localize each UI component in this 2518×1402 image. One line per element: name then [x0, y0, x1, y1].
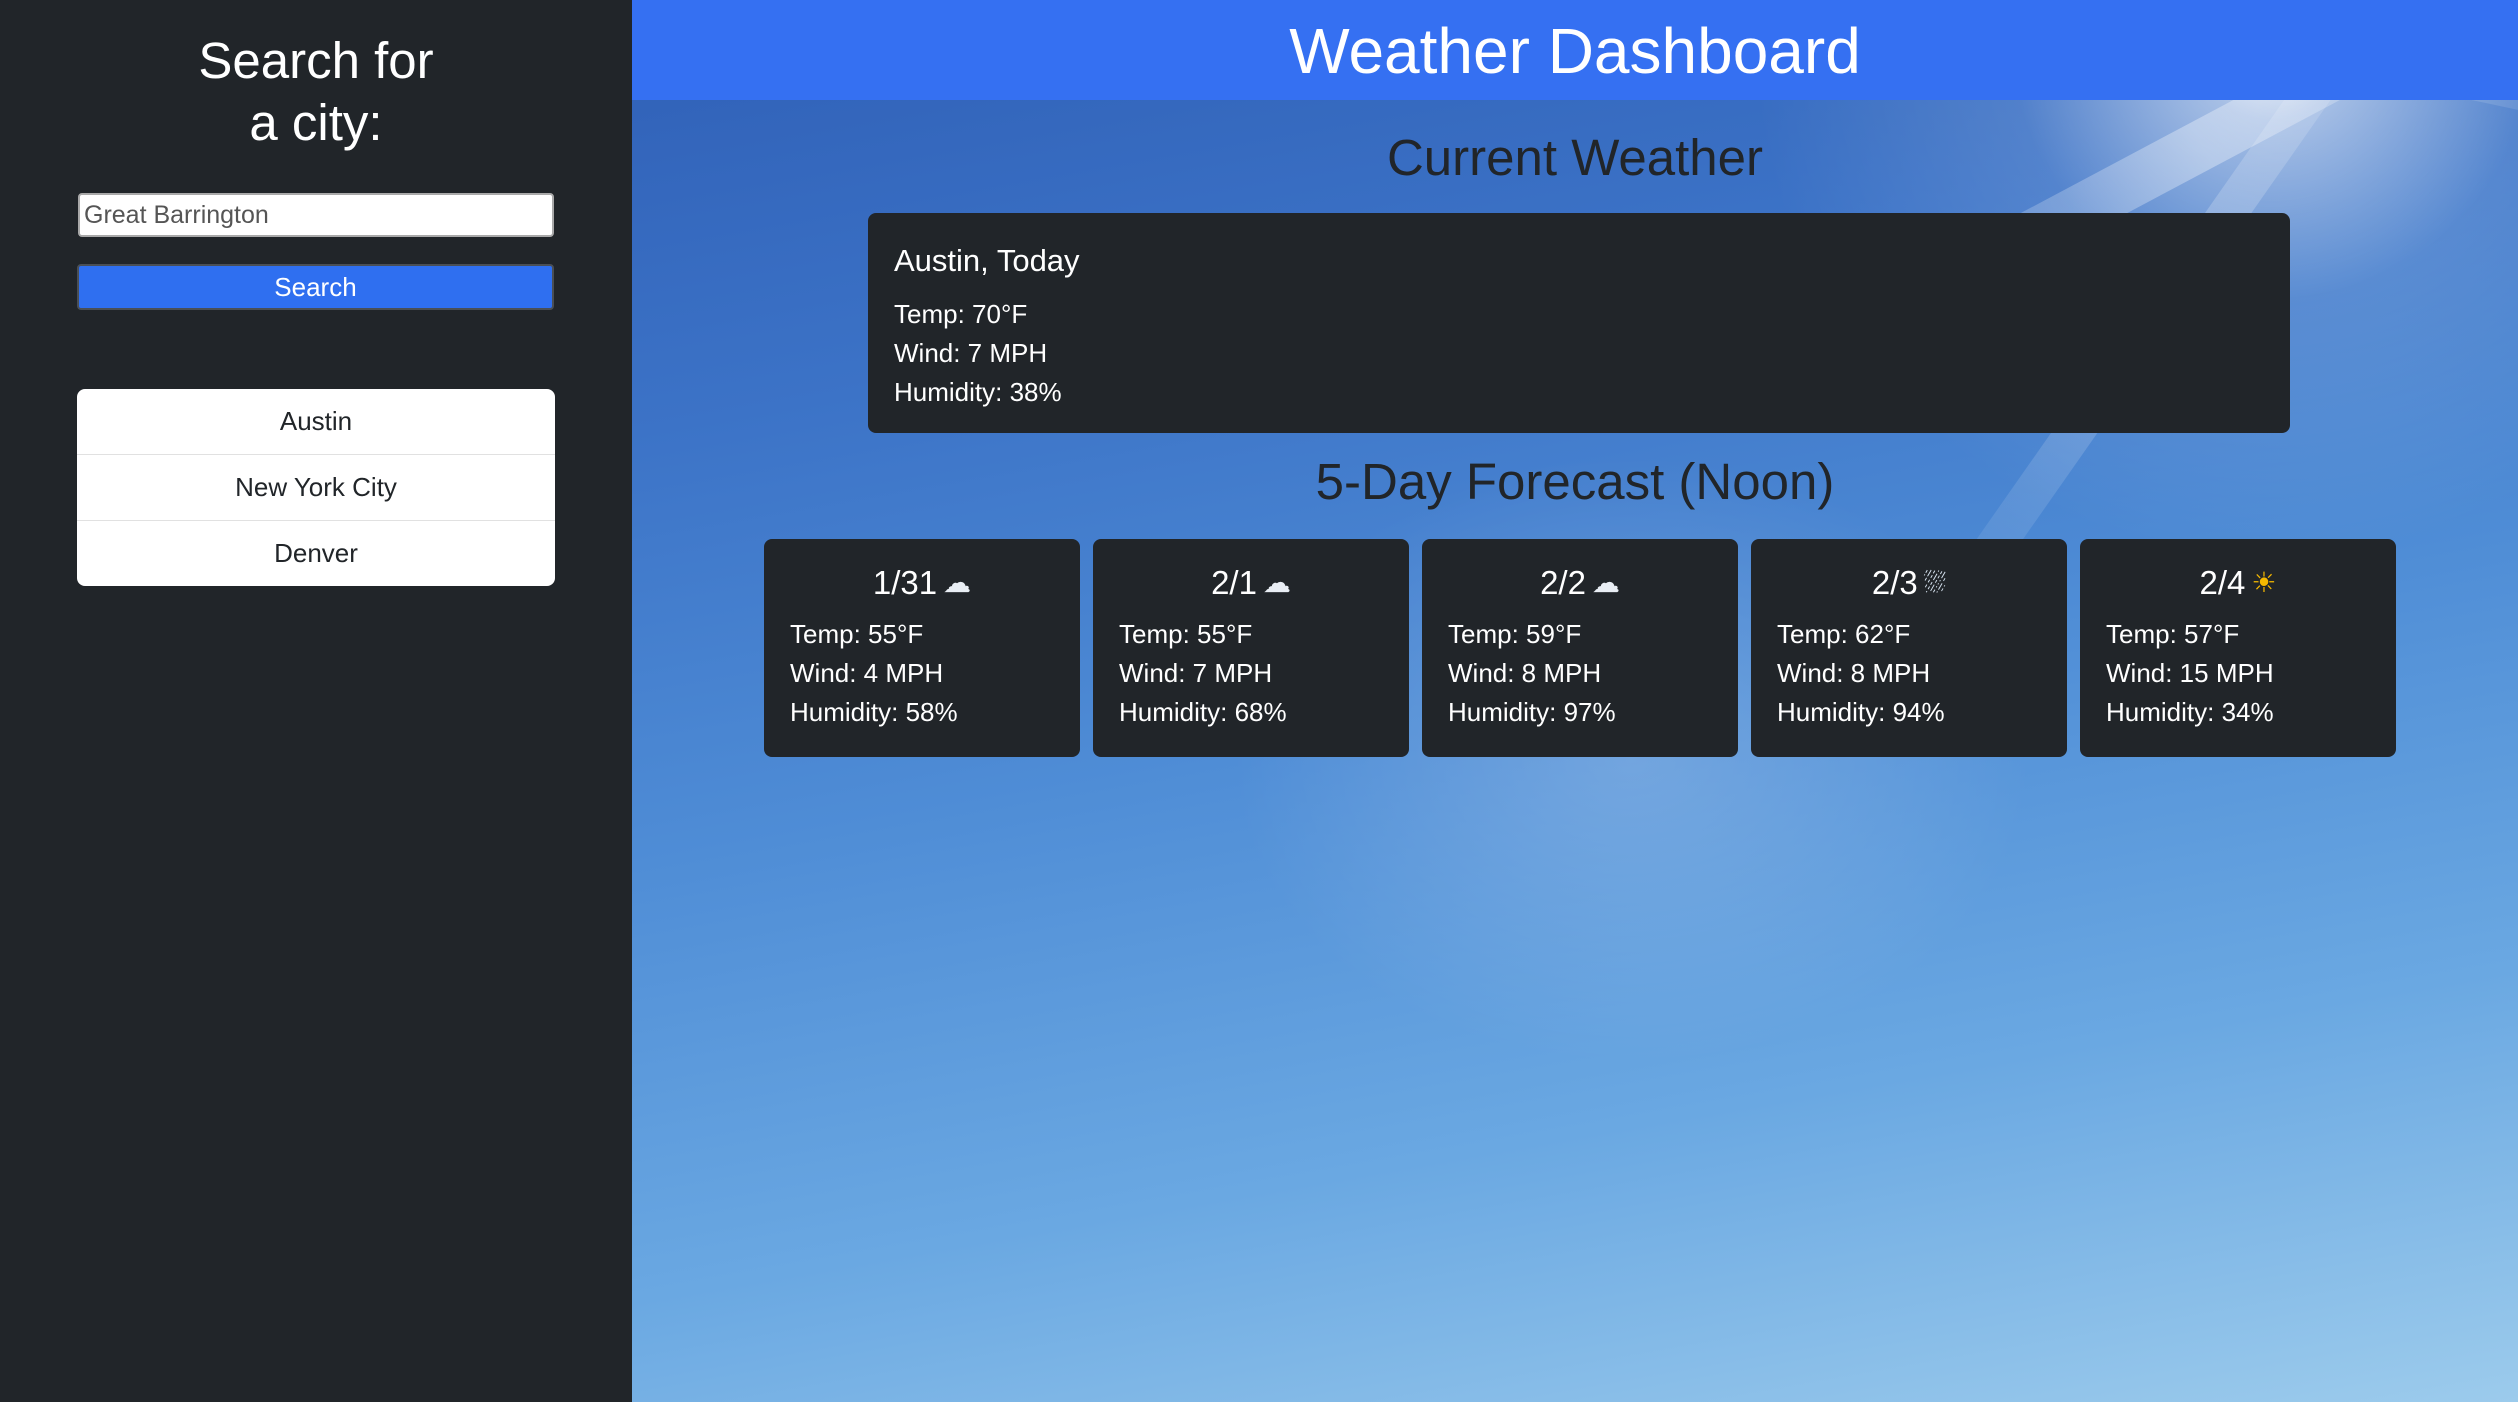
sidebar-title-line2: a city: — [249, 94, 383, 151]
forecast-temp: Temp: 55°F — [790, 619, 924, 649]
forecast-card: 2/3 ⛆ Temp: 62°F Wind: 8 MPH Humidity: 94… — [1751, 539, 2067, 757]
sidebar: Search for a city: Search Austin New Yor… — [0, 0, 632, 1402]
history-item-denver[interactable]: Denver — [77, 521, 555, 586]
city-search-input[interactable] — [78, 193, 554, 237]
forecast-card: 2/1 ☁ Temp: 55°F Wind: 7 MPH Humidity: 68… — [1093, 539, 1409, 757]
forecast-date: 2/4 — [2199, 564, 2246, 601]
cloud-icon: ☁ — [1591, 567, 1620, 598]
forecast-humidity: Humidity: 68% — [1119, 697, 1287, 727]
current-humidity: Humidity: 38% — [894, 377, 1062, 407]
sidebar-title: Search for a city: — [151, 30, 481, 154]
search-history-list: Austin New York City Denver — [77, 389, 555, 586]
cloud-icon: ☁ — [943, 567, 972, 598]
history-item-austin[interactable]: Austin — [77, 389, 555, 455]
forecast-wind: Wind: 8 MPH — [1448, 658, 1602, 688]
current-weather-card: Austin, Today Temp: 70°F Wind: 7 MPH Hum… — [868, 213, 2290, 433]
forecast-card: 2/4 ☀ Temp: 57°F Wind: 15 MPH Humidity: 3… — [2080, 539, 2396, 757]
app-root: Search for a city: Search Austin New Yor… — [0, 0, 2518, 1402]
forecast-temp: Temp: 55°F — [1119, 619, 1253, 649]
forecast-temp: Temp: 59°F — [1448, 619, 1582, 649]
current-weather-location: Austin, Today — [894, 243, 1080, 278]
forecast-wind: Wind: 8 MPH — [1777, 658, 1931, 688]
forecast-temp: Temp: 62°F — [1777, 619, 1911, 649]
forecast-date: 2/3 — [1871, 564, 1918, 601]
forecast-row: 1/31 ☁ Temp: 55°F Wind: 4 MPH Humidity: 5… — [764, 539, 2396, 757]
current-wind: Wind: 7 MPH — [894, 338, 1048, 368]
forecast-date: 2/2 — [1540, 564, 1586, 601]
current-weather-heading: Current Weather — [1386, 129, 1764, 186]
current-temp: Temp: 70°F — [894, 299, 1028, 329]
forecast-temp: Temp: 57°F — [2106, 619, 2240, 649]
forecast-card: 1/31 ☁ Temp: 55°F Wind: 4 MPH Humidity: 5… — [764, 539, 1080, 757]
sun-icon: ☀ — [2251, 567, 2277, 598]
page-title: Weather Dashboard — [1289, 15, 1861, 87]
sidebar-title-line1: Search for — [198, 32, 434, 89]
forecast-humidity: Humidity: 97% — [1448, 697, 1616, 727]
page-header: Weather Dashboard — [632, 0, 2518, 100]
main-content: Weather Dashboard Current Weather Austin… — [632, 0, 2518, 1402]
forecast-humidity: Humidity: 94% — [1777, 697, 1945, 727]
rain-cloud-icon: ⛆ — [1923, 567, 1947, 598]
forecast-card: 2/2 ☁ Temp: 59°F Wind: 8 MPH Humidity: 97… — [1422, 539, 1738, 757]
cloud-icon: ☁ — [1262, 567, 1291, 598]
forecast-wind: Wind: 7 MPH — [1119, 658, 1273, 688]
search-button[interactable]: Search — [77, 264, 554, 310]
forecast-wind: Wind: 15 MPH — [2106, 658, 2274, 688]
history-item-new-york-city[interactable]: New York City — [77, 455, 555, 521]
forecast-wind: Wind: 4 MPH — [790, 658, 944, 688]
forecast-humidity: Humidity: 58% — [790, 697, 958, 727]
forecast-heading: 5-Day Forecast (Noon) — [1315, 453, 1835, 510]
forecast-date: 2/1 — [1211, 564, 1257, 601]
forecast-date: 1/31 — [872, 564, 938, 601]
forecast-humidity: Humidity: 34% — [2106, 697, 2274, 727]
